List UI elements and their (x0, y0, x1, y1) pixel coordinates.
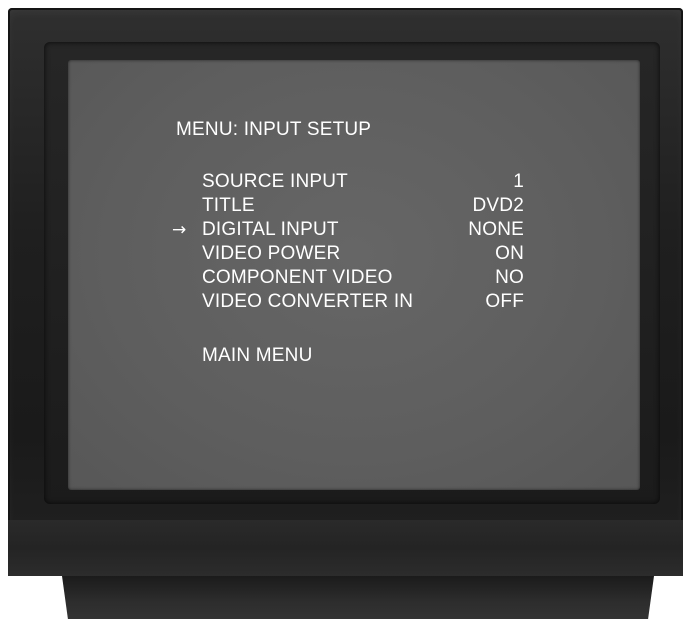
tv-lower-panel (8, 520, 683, 576)
menu-item-title[interactable]: TITLE DVD2 (172, 194, 524, 218)
menu-item-value: OFF (485, 291, 524, 312)
menu-item-list: SOURCE INPUT 1 TITLE DVD2 → DIGITAL INPU… (172, 170, 524, 314)
menu-item-label: SOURCE INPUT (202, 171, 348, 192)
menu-item-label: VIDEO POWER (202, 243, 341, 264)
menu-item-label: DIGITAL INPUT (202, 219, 339, 240)
menu-item-label: VIDEO CONVERTER IN (202, 291, 414, 312)
right-arrow-icon: → (172, 220, 187, 240)
menu-item-video-converter-in[interactable]: VIDEO CONVERTER IN OFF (172, 290, 524, 314)
main-menu-link[interactable]: MAIN MENU (202, 344, 313, 368)
menu-item-value: 1 (513, 171, 524, 192)
menu-item-value: NO (495, 267, 524, 288)
menu-item-value: DVD2 (472, 195, 524, 216)
menu-item-value: ON (495, 243, 524, 264)
tv-stage: MENU: INPUT SETUP SOURCE INPUT 1 TITLE D… (0, 0, 686, 619)
tv-screen: MENU: INPUT SETUP SOURCE INPUT 1 TITLE D… (68, 60, 640, 490)
menu-item-label: COMPONENT VIDEO (202, 267, 393, 288)
osd-menu: MENU: INPUT SETUP SOURCE INPUT 1 TITLE D… (68, 60, 640, 490)
menu-item-value: NONE (468, 219, 524, 240)
menu-title: MENU: INPUT SETUP (176, 119, 372, 140)
menu-item-component-video[interactable]: COMPONENT VIDEO NO (172, 266, 524, 290)
menu-item-video-power[interactable]: VIDEO POWER ON (172, 242, 524, 266)
tv-stand (62, 576, 654, 619)
menu-item-label: TITLE (202, 195, 255, 216)
menu-item-digital-input[interactable]: → DIGITAL INPUT NONE (172, 218, 524, 242)
menu-item-source-input[interactable]: SOURCE INPUT 1 (172, 170, 524, 194)
